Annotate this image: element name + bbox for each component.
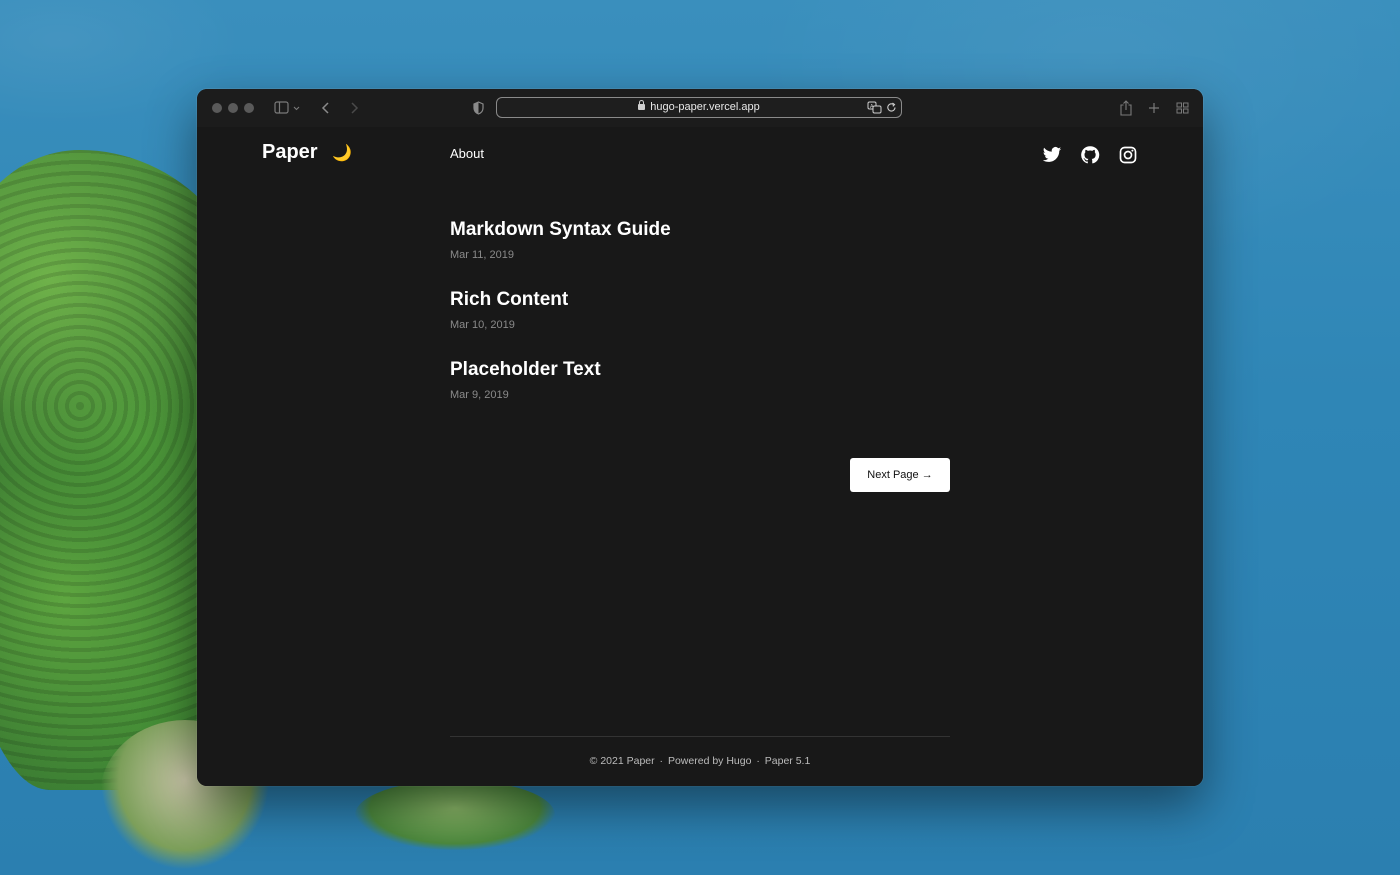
github-icon[interactable] [1080,145,1100,165]
site-logo[interactable]: Paper [262,141,318,164]
theme-toggle-moon-icon[interactable]: 🌙 [332,143,352,163]
reload-icon[interactable] [886,102,897,113]
post-title-link[interactable]: Rich Content [450,289,568,311]
post-date: Mar 10, 2019 [450,319,515,331]
footer-separator: · [756,755,760,767]
svg-text:A: A [870,104,874,110]
page-content: Paper 🌙 About Markdown Syntax Guide Mar … [197,127,1203,786]
tab-overview-icon[interactable] [1176,102,1189,114]
footer-separator: · [659,755,664,767]
wallpaper-island [355,780,555,850]
new-tab-icon[interactable] [1148,102,1160,114]
footer-copyright: © 2021 Paper [589,755,655,767]
url-text: hugo-paper.vercel.app [650,101,760,113]
footer-divider [450,736,950,737]
next-page-button[interactable]: Next Page → [850,458,950,492]
twitter-icon[interactable] [1042,145,1062,165]
nav-link-about[interactable]: About [450,146,484,161]
site-footer: © 2021 Paper · Powered by Hugo · Paper 5… [450,755,950,767]
footer-theme-link[interactable]: Paper 5.1 [765,755,811,767]
browser-window: hugo-paper.vercel.app A Paper 🌙 About Ma… [197,89,1203,786]
back-icon[interactable] [321,101,331,115]
minimize-window-button[interactable] [228,103,238,113]
sidebar-toggle-icon[interactable] [274,101,300,115]
close-window-button[interactable] [212,103,222,113]
translate-icon[interactable]: A [867,101,882,114]
zoom-window-button[interactable] [244,103,254,113]
privacy-shield-icon[interactable] [473,101,484,115]
post-item: Rich Content Mar 10, 2019 [450,289,568,331]
address-bar[interactable]: hugo-paper.vercel.app A [496,97,902,118]
post-date: Mar 9, 2019 [450,389,509,401]
instagram-icon[interactable] [1118,145,1138,165]
footer-powered-by-hugo-link[interactable]: Powered by Hugo [668,755,751,767]
lock-icon [638,100,646,110]
post-title-link[interactable]: Markdown Syntax Guide [450,219,671,241]
post-item: Placeholder Text Mar 9, 2019 [450,359,601,401]
browser-toolbar: hugo-paper.vercel.app A [197,89,1203,127]
url-display[interactable]: hugo-paper.vercel.app [497,100,901,113]
share-icon[interactable] [1120,100,1132,116]
post-date: Mar 11, 2019 [450,249,515,261]
post-item: Markdown Syntax Guide Mar 11, 2019 [450,219,671,261]
post-title-link[interactable]: Placeholder Text [450,359,601,381]
forward-icon[interactable] [349,101,359,115]
